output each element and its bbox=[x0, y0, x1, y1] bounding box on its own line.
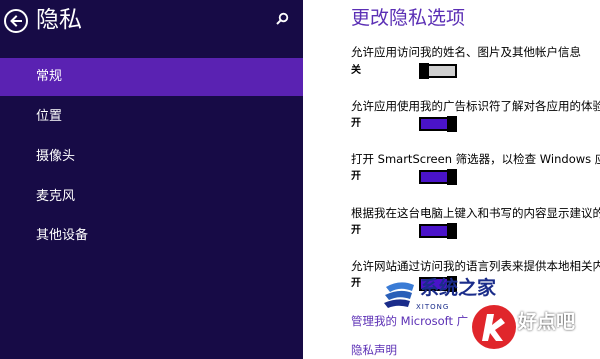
setting-description: 允许应用使用我的广告标识符了解对各应用的体验 bbox=[351, 99, 600, 113]
nav-item-label: 位置 bbox=[36, 109, 63, 124]
toggle-thumb bbox=[447, 116, 457, 132]
watermark-subtext: XITONG bbox=[416, 303, 450, 311]
nav-pane: 隐私 常规 位置 摄像头 麦克风 其他设备 bbox=[0, 0, 303, 359]
haodianba-logo-icon bbox=[472, 305, 516, 349]
section-title: 更改隐私选项 bbox=[351, 7, 466, 29]
nav-item-general[interactable]: 常规 bbox=[0, 58, 303, 96]
setting-state-label: 开 bbox=[351, 171, 361, 182]
advertising-id-toggle[interactable] bbox=[419, 116, 457, 132]
privacy-statement-link[interactable]: 隐私声明 bbox=[351, 342, 397, 358]
toggle-thumb bbox=[447, 169, 457, 185]
privacy-settings-window: 隐私 常规 位置 摄像头 麦克风 其他设备 更改隐私选项 允许应用访问我的姓名、… bbox=[0, 0, 600, 359]
setting-description: 允许网站通过访问我的语言列表来提供本地相关内 bbox=[351, 259, 600, 273]
nav-item-other-devices[interactable]: 其他设备 bbox=[0, 217, 303, 255]
smartscreen-toggle[interactable] bbox=[419, 169, 457, 185]
setting-state-label: 开 bbox=[351, 225, 361, 236]
setting-state-label: 关 bbox=[351, 65, 361, 76]
nav-item-microphone[interactable]: 麦克风 bbox=[0, 178, 303, 216]
toggle-thumb bbox=[447, 223, 457, 239]
typing-suggestions-toggle[interactable] bbox=[419, 223, 457, 239]
setting-description: 允许应用访问我的姓名、图片及其他帐户信息 bbox=[351, 45, 581, 59]
nav-item-label: 摄像头 bbox=[36, 149, 76, 164]
setting-description: 打开 SmartScreen 筛选器，以检查 Windows 应用 bbox=[351, 152, 600, 166]
nav-item-webcam[interactable]: 摄像头 bbox=[0, 138, 303, 176]
account-info-toggle[interactable] bbox=[419, 63, 457, 79]
nav-item-label: 其他设备 bbox=[36, 228, 89, 243]
page-title: 隐私 bbox=[36, 7, 82, 33]
nav-item-location[interactable]: 位置 bbox=[0, 98, 303, 136]
search-icon bbox=[276, 12, 289, 25]
search-button[interactable] bbox=[274, 11, 290, 27]
haodianba-watermark: 好点吧 bbox=[470, 295, 600, 359]
back-arrow-icon bbox=[10, 15, 22, 27]
system-logo-icon bbox=[384, 282, 414, 308]
setting-state-label: 开 bbox=[351, 118, 361, 129]
nav-item-label: 常规 bbox=[36, 69, 63, 84]
watermark-text: 好点吧 bbox=[518, 311, 576, 333]
setting-state-label: 开 bbox=[351, 278, 361, 289]
nav-item-label: 麦克风 bbox=[36, 189, 76, 204]
toggle-thumb bbox=[419, 63, 429, 79]
setting-description: 根据我在这台电脑上键入和书写的内容显示建议的 bbox=[351, 206, 600, 220]
back-button[interactable] bbox=[4, 9, 28, 33]
